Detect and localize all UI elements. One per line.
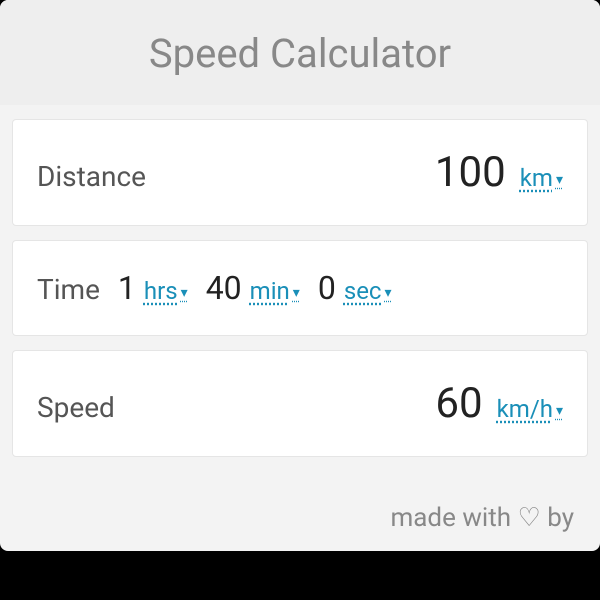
chevron-down-icon: ▾	[181, 285, 188, 301]
time-minutes-group: 40 min ▾	[206, 269, 300, 307]
footer-by: by	[547, 503, 574, 533]
speed-unit-dropdown[interactable]: km/h ▾	[497, 395, 563, 423]
time-minutes-unit-dropdown[interactable]: min ▾	[250, 277, 300, 305]
time-hours-value[interactable]: 1	[118, 269, 136, 307]
distance-label: Distance	[37, 160, 146, 193]
time-seconds-unit-dropdown[interactable]: sec ▾	[344, 277, 392, 305]
time-minutes-value[interactable]: 40	[206, 269, 242, 307]
speed-value-group: 60 km/h ▾	[435, 379, 563, 428]
distance-value-group: 100 km ▾	[435, 148, 563, 197]
time-seconds-unit-text: sec	[344, 277, 382, 305]
chevron-down-icon: ▾	[556, 403, 563, 419]
time-seconds-value[interactable]: 0	[318, 269, 336, 307]
speed-unit-text: km/h	[497, 395, 553, 423]
distance-row: Distance 100 km ▾	[12, 119, 588, 226]
time-hours-group: 1 hrs ▾	[118, 269, 188, 307]
calculator-rows: Distance 100 km ▾ Time 1 hrs ▾ 40	[0, 119, 600, 457]
calculator-header: Speed Calculator	[0, 0, 600, 105]
time-minutes-unit-text: min	[250, 277, 290, 305]
page-title: Speed Calculator	[20, 30, 580, 77]
heart-icon: ♡	[517, 503, 540, 533]
time-label: Time	[37, 273, 100, 306]
time-seconds-group: 0 sec ▾	[318, 269, 392, 307]
time-hours-unit-dropdown[interactable]: hrs ▾	[144, 277, 188, 305]
speed-value[interactable]: 60	[435, 379, 482, 428]
calculator-card: Speed Calculator Distance 100 km ▾ Time …	[0, 0, 600, 551]
time-row: Time 1 hrs ▾ 40 min ▾ 0 sec ▾	[12, 240, 588, 336]
distance-unit-text: km	[520, 164, 553, 192]
distance-value[interactable]: 100	[435, 148, 506, 197]
time-hours-unit-text: hrs	[144, 277, 178, 305]
distance-unit-dropdown[interactable]: km ▾	[520, 164, 563, 192]
chevron-down-icon: ▾	[293, 285, 300, 301]
chevron-down-icon: ▾	[556, 172, 563, 188]
chevron-down-icon: ▾	[385, 285, 392, 301]
speed-row: Speed 60 km/h ▾	[12, 350, 588, 457]
footer-made-with: made with	[390, 503, 511, 533]
footer: made with ♡ by	[0, 471, 600, 551]
speed-label: Speed	[37, 391, 115, 424]
